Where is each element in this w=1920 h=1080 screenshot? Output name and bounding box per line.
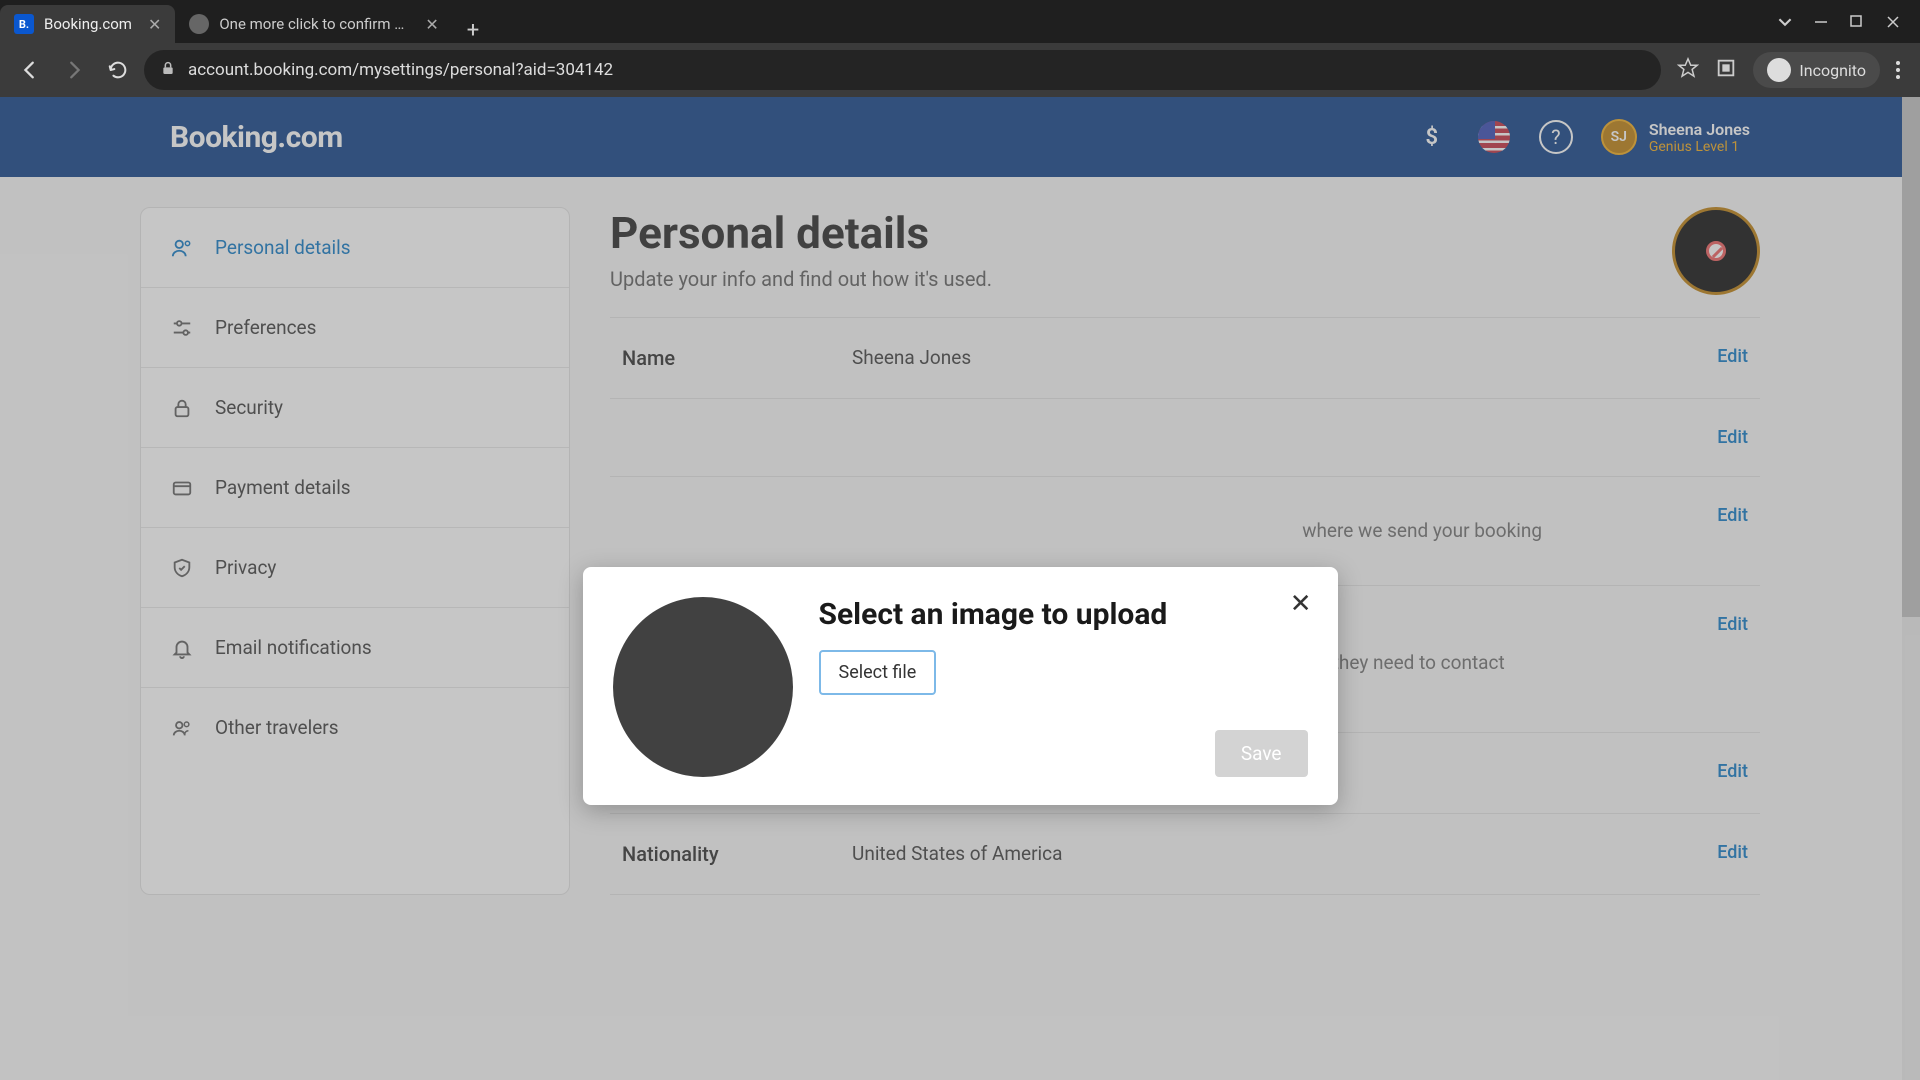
bookmark-star-icon[interactable] (1677, 57, 1699, 83)
select-file-button[interactable]: Select file (819, 650, 937, 695)
page-content: Booking.com $ ? SJ Sheena Jones Genius L… (0, 97, 1920, 1080)
url-text: account.booking.com/mysettings/personal?… (188, 60, 613, 80)
browser-address-bar: account.booking.com/mysettings/personal?… (0, 43, 1920, 97)
browser-tab[interactable]: B. Booking.com ✕ (0, 5, 175, 43)
install-app-icon[interactable] (1715, 57, 1737, 83)
save-button[interactable]: Save (1215, 730, 1308, 777)
browser-titlebar: B. Booking.com ✕ One more click to confi… (0, 0, 1920, 43)
url-field[interactable]: account.booking.com/mysettings/personal?… (144, 50, 1661, 90)
minimize-icon[interactable] (1814, 15, 1828, 29)
modal-title: Select an image to upload (819, 597, 1308, 632)
close-icon: ✕ (1290, 589, 1312, 619)
close-modal-button[interactable]: ✕ (1290, 589, 1312, 619)
maximize-icon[interactable] (1850, 15, 1864, 29)
tab-close-icon[interactable]: ✕ (425, 15, 438, 34)
back-button[interactable] (12, 52, 48, 88)
reload-button[interactable] (100, 52, 136, 88)
incognito-badge[interactable]: Incognito (1753, 52, 1880, 88)
forward-button[interactable] (56, 52, 92, 88)
modal-overlay[interactable]: Select an image to upload Select file Sa… (0, 97, 1920, 1080)
lock-icon (160, 60, 176, 80)
incognito-label: Incognito (1799, 61, 1866, 80)
globe-favicon-icon (189, 14, 209, 34)
chevron-down-icon[interactable] (1778, 15, 1792, 29)
tab-title: One more click to confirm your (219, 15, 409, 33)
avatar-preview (613, 597, 793, 777)
tab-title: Booking.com (44, 15, 132, 33)
close-window-icon[interactable] (1886, 15, 1900, 29)
booking-favicon-icon: B. (14, 14, 34, 34)
tab-close-icon[interactable]: ✕ (148, 15, 161, 34)
upload-image-modal: Select an image to upload Select file Sa… (583, 567, 1338, 805)
incognito-icon (1767, 58, 1791, 82)
browser-tab[interactable]: One more click to confirm your ✕ (175, 5, 452, 43)
browser-menu-icon[interactable] (1896, 61, 1900, 79)
new-tab-button[interactable]: + (453, 18, 493, 43)
